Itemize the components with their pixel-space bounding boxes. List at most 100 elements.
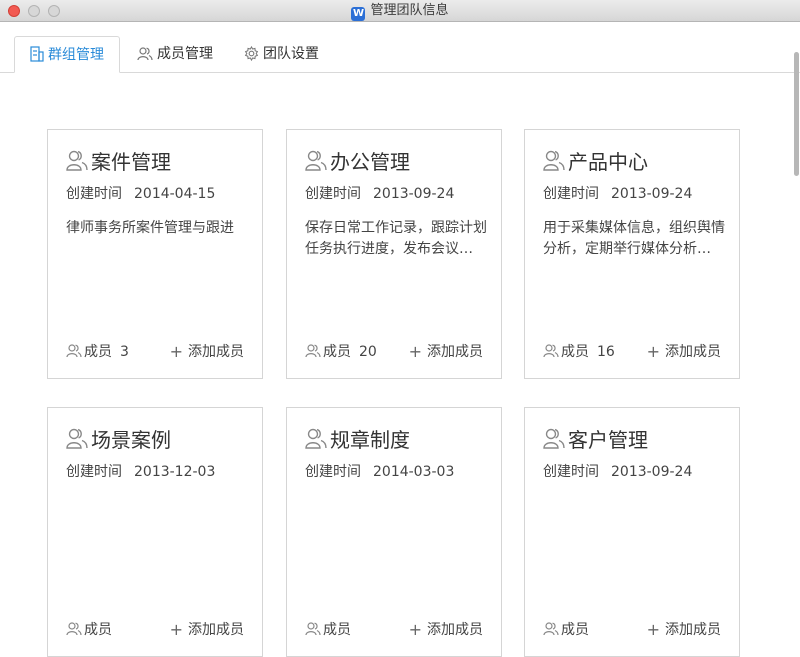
members-label: 成员 <box>323 622 351 638</box>
created-date: 2013-12-03 <box>134 464 216 480</box>
add-member-label: 添加成员 <box>188 344 244 360</box>
plus-icon: + <box>408 620 422 639</box>
plus-icon: + <box>408 342 422 361</box>
add-member-button[interactable]: + 添加成员 <box>170 620 244 640</box>
tab-team-settings[interactable]: 团队设置 <box>244 36 319 73</box>
members-icon <box>66 622 82 642</box>
created-row: 创建时间 2014-03-03 <box>305 463 454 481</box>
created-date: 2013-09-24 <box>611 464 693 480</box>
card-footer: 成员 20 + 添加成员 <box>305 342 485 362</box>
group-description: 保存日常工作记录，跟踪计划任务执行进度，发布会议… <box>305 220 487 257</box>
group-card[interactable]: 案件管理 创建时间 2014-04-15 律师事务所案件管理与跟进 成员 3 + 添加… <box>47 129 263 379</box>
group-title[interactable]: 场景案例 <box>66 426 171 454</box>
created-row: 创建时间 2013-09-24 <box>305 185 454 203</box>
members-label: 成员 <box>84 344 112 360</box>
members-icon <box>66 344 82 364</box>
members-icon <box>543 622 559 642</box>
created-date: 2014-03-03 <box>373 464 455 480</box>
members-label: 成员 <box>84 622 112 638</box>
group-name: 客户管理 <box>568 428 648 452</box>
group-icon <box>66 150 88 179</box>
window-title-wrap: W 管理团队信息 <box>0 3 800 21</box>
created-date: 2013-09-24 <box>373 186 455 202</box>
created-date: 2013-09-24 <box>611 186 693 202</box>
scrollbar[interactable] <box>792 22 800 502</box>
card-footer: 成员 + 添加成员 <box>66 620 246 640</box>
gear-icon <box>244 39 259 75</box>
add-member-label: 添加成员 <box>665 622 721 638</box>
group-card[interactable]: 场景案例 创建时间 2013-12-03 成员 + 添加成员 <box>47 407 263 657</box>
group-card[interactable]: 产品中心 创建时间 2013-09-24 用于采集媒体信息，组织舆情分析，定期举行… <box>524 129 740 379</box>
add-member-button[interactable]: + 添加成员 <box>409 342 483 362</box>
created-label: 创建时间 <box>305 186 361 202</box>
plus-icon: + <box>169 620 183 639</box>
created-label: 创建时间 <box>66 464 122 480</box>
add-member-button[interactable]: + 添加成员 <box>170 342 244 362</box>
group-description: 律师事务所案件管理与跟进 <box>66 220 234 236</box>
created-row: 创建时间 2013-09-24 <box>543 185 692 203</box>
add-member-button[interactable]: + 添加成员 <box>647 620 721 640</box>
group-title[interactable]: 客户管理 <box>543 426 648 454</box>
created-row: 创建时间 2013-09-24 <box>543 463 692 481</box>
add-member-label: 添加成员 <box>427 344 483 360</box>
created-label: 创建时间 <box>543 186 599 202</box>
tab-label: 成员管理 <box>157 46 213 62</box>
members-link[interactable]: 成员 <box>305 620 359 642</box>
window-titlebar: W 管理团队信息 <box>0 0 800 22</box>
plus-icon: + <box>646 620 660 639</box>
group-name: 案件管理 <box>91 150 171 174</box>
group-icon <box>305 428 327 457</box>
card-footer: 成员 16 + 添加成员 <box>543 342 723 362</box>
members-link[interactable]: 成员 16 <box>543 342 615 364</box>
members-link[interactable]: 成员 3 <box>66 342 129 364</box>
tab-group-manage[interactable]: 群组管理 <box>14 36 120 73</box>
created-label: 创建时间 <box>66 186 122 202</box>
group-manage-icon <box>30 40 44 76</box>
group-card[interactable]: 办公管理 创建时间 2013-09-24 保存日常工作记录，跟踪计划任务执行进度，… <box>286 129 502 379</box>
card-footer: 成员 3 + 添加成员 <box>66 342 246 362</box>
member-count: 3 <box>120 344 129 360</box>
tab-label: 团队设置 <box>263 46 319 62</box>
group-icon <box>66 428 88 457</box>
members-link[interactable]: 成员 <box>543 620 597 642</box>
card-footer: 成员 + 添加成员 <box>543 620 723 640</box>
members-label: 成员 <box>561 344 589 360</box>
group-icon <box>305 150 327 179</box>
created-label: 创建时间 <box>543 464 599 480</box>
members-icon <box>305 344 321 364</box>
card-footer: 成员 + 添加成员 <box>305 620 485 640</box>
member-count: 20 <box>359 344 377 360</box>
group-title[interactable]: 规章制度 <box>305 426 410 454</box>
group-title[interactable]: 案件管理 <box>66 148 171 176</box>
created-row: 创建时间 2014-04-15 <box>66 185 215 203</box>
group-icon <box>543 428 565 457</box>
group-card[interactable]: 客户管理 创建时间 2013-09-24 成员 + 添加成员 <box>524 407 740 657</box>
group-description: 用于采集媒体信息，组织舆情分析，定期举行媒体分析… <box>543 220 725 257</box>
tab-member-manage[interactable]: 成员管理 <box>137 36 213 73</box>
tab-label: 群组管理 <box>48 47 104 63</box>
group-name: 产品中心 <box>568 150 648 174</box>
members-label: 成员 <box>323 344 351 360</box>
group-name: 场景案例 <box>91 428 171 452</box>
created-date: 2014-04-15 <box>134 186 216 202</box>
tab-bar: 群组管理 成员管理 团队设置 <box>0 22 800 73</box>
plus-icon: + <box>169 342 183 361</box>
add-member-button[interactable]: + 添加成员 <box>647 342 721 362</box>
created-label: 创建时间 <box>305 464 361 480</box>
scrollbar-thumb[interactable] <box>794 52 799 176</box>
member-count: 16 <box>597 344 615 360</box>
add-member-label: 添加成员 <box>427 622 483 638</box>
members-link[interactable]: 成员 20 <box>305 342 377 364</box>
group-title[interactable]: 办公管理 <box>305 148 410 176</box>
members-icon <box>543 344 559 364</box>
members-icon <box>137 39 153 75</box>
members-icon <box>305 622 321 642</box>
members-link[interactable]: 成员 <box>66 620 120 642</box>
group-name: 规章制度 <box>330 428 410 452</box>
group-icon <box>543 150 565 179</box>
add-member-button[interactable]: + 添加成员 <box>409 620 483 640</box>
group-card[interactable]: 规章制度 创建时间 2014-03-03 成员 + 添加成员 <box>286 407 502 657</box>
group-name: 办公管理 <box>330 150 410 174</box>
plus-icon: + <box>646 342 660 361</box>
group-title[interactable]: 产品中心 <box>543 148 648 176</box>
